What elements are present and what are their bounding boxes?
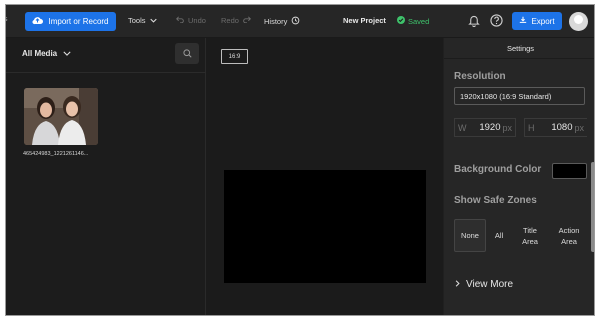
history-label: History bbox=[264, 17, 288, 26]
saved-label: Saved bbox=[408, 16, 430, 26]
media-filter-dropdown[interactable]: All Media bbox=[22, 49, 71, 58]
media-search-button[interactable] bbox=[175, 43, 199, 64]
top-bar: s Import or Record Tools Undo Redo bbox=[6, 5, 594, 38]
project-name[interactable]: New Project bbox=[343, 16, 386, 25]
user-avatar[interactable] bbox=[569, 12, 588, 31]
search-icon bbox=[182, 45, 192, 63]
check-circle-icon bbox=[397, 16, 405, 26]
undo-icon bbox=[176, 16, 184, 25]
view-more-toggle[interactable]: View More bbox=[455, 279, 513, 290]
redo-button[interactable]: Redo bbox=[221, 16, 251, 25]
height-value: 1080 bbox=[551, 122, 573, 133]
import-or-record-button[interactable]: Import or Record bbox=[25, 12, 116, 31]
background-color-heading: Background Color bbox=[454, 164, 542, 175]
height-label: H bbox=[528, 122, 535, 133]
safe-zone-none[interactable]: None bbox=[454, 219, 486, 252]
tools-label: Tools bbox=[128, 16, 146, 25]
tools-menu[interactable]: Tools bbox=[128, 16, 157, 25]
bell-icon bbox=[468, 14, 480, 29]
app-window: s Import or Record Tools Undo Redo bbox=[5, 4, 595, 316]
panel-divider bbox=[444, 58, 594, 59]
width-field[interactable]: W 1920 px bbox=[454, 118, 516, 137]
safe-zone-all[interactable]: All bbox=[488, 219, 510, 252]
redo-label: Redo bbox=[221, 16, 239, 25]
height-unit: px bbox=[574, 122, 584, 133]
help-button[interactable] bbox=[490, 14, 503, 29]
cloud-upload-icon bbox=[32, 16, 44, 27]
settings-panel: Settings Resolution 1920x1080 (16:9 Stan… bbox=[443, 38, 594, 315]
undo-label: Undo bbox=[188, 16, 206, 25]
media-item-name: 465424983_1221261146... bbox=[23, 151, 89, 157]
safe-zones-heading: Show Safe Zones bbox=[454, 195, 537, 206]
tab-settings[interactable]: Settings bbox=[444, 38, 594, 58]
preview-area: 16:9 bbox=[206, 38, 443, 315]
download-icon bbox=[519, 16, 527, 26]
media-thumbnail[interactable] bbox=[24, 88, 98, 145]
width-label: W bbox=[458, 122, 467, 133]
view-more-label: View More bbox=[466, 279, 514, 290]
undo-button[interactable]: Undo bbox=[176, 16, 206, 25]
chevron-right-icon bbox=[455, 279, 460, 290]
safe-zone-title-area[interactable]: Title Area bbox=[512, 219, 548, 252]
history-icon bbox=[291, 16, 300, 27]
export-label: Export bbox=[531, 16, 555, 26]
resolution-heading: Resolution bbox=[454, 71, 506, 82]
background-color-swatch[interactable] bbox=[552, 163, 587, 179]
redo-icon bbox=[243, 16, 251, 25]
saved-status: Saved bbox=[397, 16, 429, 26]
video-canvas[interactable] bbox=[224, 170, 426, 283]
history-button[interactable]: History bbox=[264, 16, 300, 27]
panel-divider bbox=[6, 72, 206, 73]
height-field[interactable]: H 1080 px bbox=[524, 118, 587, 137]
export-button[interactable]: Export bbox=[512, 12, 562, 30]
import-label: Import or Record bbox=[48, 17, 109, 26]
resolution-select[interactable]: 1920x1080 (16:9 Standard) bbox=[454, 87, 585, 105]
truncated-menu-text: s bbox=[6, 16, 8, 23]
settings-scrollbar[interactable] bbox=[591, 162, 594, 252]
media-panel: All Media 465424983_1221261146... bbox=[6, 38, 206, 315]
chevron-down-icon bbox=[63, 49, 71, 58]
notifications-button[interactable] bbox=[468, 14, 480, 29]
width-value: 1920 bbox=[479, 122, 501, 133]
media-filter-label: All Media bbox=[22, 49, 58, 58]
safe-zone-action-area[interactable]: Action Area bbox=[550, 219, 588, 252]
chevron-down-icon bbox=[149, 16, 157, 25]
help-icon bbox=[490, 14, 503, 29]
photo-thumbnail-image bbox=[24, 88, 98, 145]
width-unit: px bbox=[502, 122, 512, 133]
aspect-ratio-button[interactable]: 16:9 bbox=[221, 49, 248, 64]
